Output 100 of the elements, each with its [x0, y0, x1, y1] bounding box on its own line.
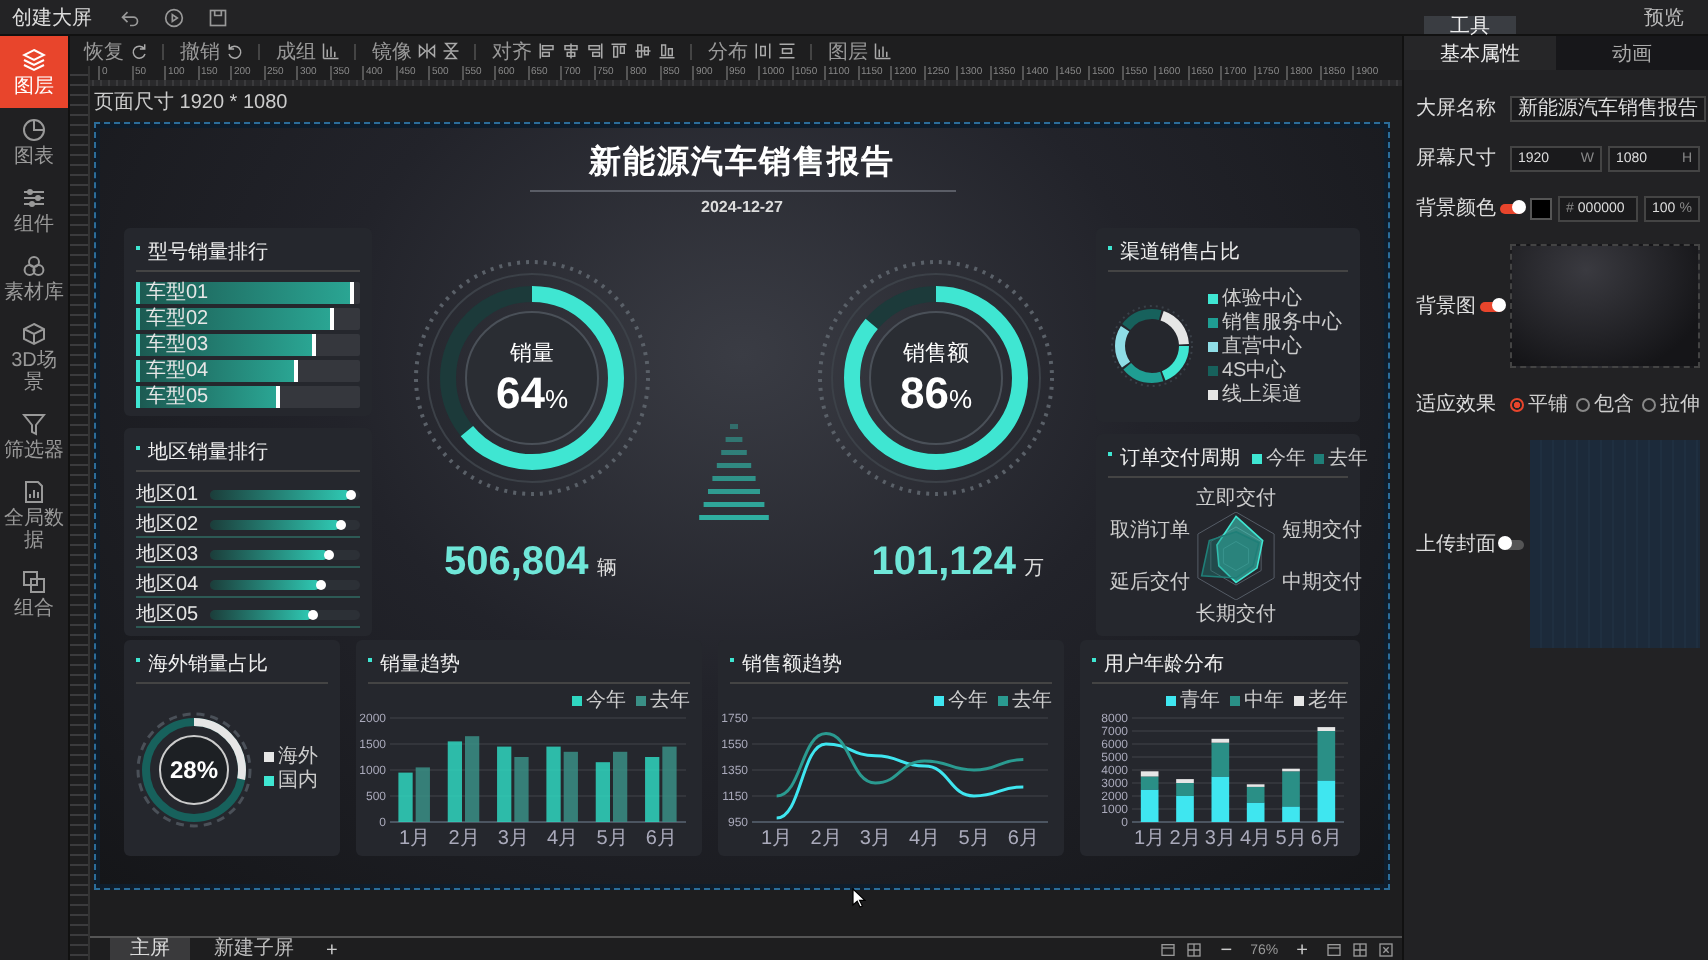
- properties-tab[interactable]: 动画: [1556, 36, 1708, 70]
- cube-icon: [22, 322, 46, 346]
- bar: [613, 751, 628, 822]
- grid-icon[interactable]: [1186, 942, 1203, 958]
- radio-button[interactable]: [1510, 397, 1524, 411]
- align-top-icon[interactable]: [610, 42, 628, 60]
- x-axis-label: 5月: [596, 828, 628, 848]
- toggle-switch[interactable]: [1480, 301, 1504, 311]
- mode-tab[interactable]: 预览: [1620, 0, 1708, 34]
- x-axis-label: 6月: [1310, 828, 1342, 848]
- sidebar-item[interactable]: 组件: [0, 176, 68, 244]
- screen-tab[interactable]: 主屏: [110, 938, 190, 960]
- legend-label: 4S中心: [1222, 359, 1287, 381]
- sliders-icon: [22, 186, 46, 210]
- total-value: 101,124: [871, 540, 1016, 586]
- bar: [1317, 780, 1336, 822]
- field-label: 屏幕尺寸: [1416, 145, 1498, 172]
- play-icon[interactable]: [164, 7, 184, 27]
- sidebar-item[interactable]: 图层: [0, 36, 68, 108]
- x-axis-label: 5月: [958, 828, 990, 848]
- distribute-vertical-icon[interactable]: [778, 42, 796, 60]
- region-name: 地区03: [136, 541, 201, 568]
- sidebar-item[interactable]: 组合: [0, 560, 68, 628]
- toolbar-label: 分布: [708, 39, 748, 65]
- align-center-icon[interactable]: [562, 42, 580, 60]
- screen-name-field[interactable]: 新能源汽车销售报告: [1510, 95, 1706, 121]
- dashboard-title: 新能源汽车销售报告: [529, 136, 955, 192]
- bar: [465, 736, 480, 822]
- toggle-switch[interactable]: [1500, 203, 1524, 213]
- window-icon[interactable]: [1160, 942, 1177, 958]
- sidebar-item[interactable]: 筛选器: [0, 402, 68, 470]
- flip-vertical-icon[interactable]: [442, 42, 460, 60]
- x-axis-label: 3月: [1204, 828, 1236, 848]
- toolbar-label: 恢复: [84, 39, 124, 65]
- legend-label: 国内: [278, 770, 318, 792]
- sidebar-item[interactable]: 素材库: [0, 244, 68, 312]
- x-axis-label: 2月: [448, 828, 480, 848]
- funnel-icon: [22, 412, 46, 436]
- gauge-unit: %: [544, 383, 569, 413]
- align-left-icon[interactable]: [538, 42, 556, 60]
- grid-icon[interactable]: [1352, 942, 1368, 958]
- panel-title: 订单交付周期: [1120, 445, 1240, 472]
- legend-label: 中年: [1244, 690, 1284, 712]
- add-screen-button[interactable]: +: [318, 939, 346, 960]
- sidebar-item[interactable]: 3D场景: [0, 312, 68, 402]
- align-right-icon[interactable]: [586, 42, 604, 60]
- color-swatch[interactable]: [1530, 197, 1552, 219]
- flip-horizontal-icon[interactable]: [418, 42, 436, 60]
- back-arrow-icon[interactable]: [120, 7, 140, 27]
- legend-label: 今年: [948, 690, 988, 712]
- bar: [595, 762, 610, 822]
- gauge-unit: %: [948, 383, 973, 413]
- mode-tab[interactable]: 工具: [1424, 16, 1516, 34]
- legend-label: 直营中心: [1222, 335, 1302, 357]
- window-icon[interactable]: [1326, 942, 1342, 958]
- legend-label: 青年: [1180, 690, 1220, 712]
- undo-icon[interactable]: [226, 42, 244, 60]
- bar-chart-icon[interactable]: [874, 42, 892, 60]
- report-date: 2024-12-27: [701, 198, 783, 216]
- model-name: 车型03: [144, 334, 209, 356]
- panel-title: 型号销量排行: [148, 239, 268, 266]
- distribute-horizontal-icon[interactable]: [754, 42, 772, 60]
- region-name: 地区01: [136, 481, 201, 508]
- zoom-out-button[interactable]: −: [1212, 939, 1241, 960]
- x-axis-label: 2月: [1169, 828, 1201, 848]
- sidebar-item[interactable]: 全局数据: [0, 470, 68, 560]
- radio-button[interactable]: [1576, 397, 1590, 411]
- legend-label: 去年: [1328, 447, 1368, 469]
- x-axis-label: 4月: [909, 828, 941, 848]
- toolbar-label: 撤销: [180, 39, 220, 65]
- radio-button[interactable]: [1642, 397, 1656, 411]
- save-icon[interactable]: [208, 7, 228, 27]
- toolbar-label: 图层: [828, 39, 868, 65]
- align-middle-icon[interactable]: [634, 42, 652, 60]
- toolbar-label: 镜像: [372, 39, 412, 65]
- axis-label: 长期交付: [1196, 601, 1276, 628]
- zoom-in-button[interactable]: +: [1288, 939, 1316, 960]
- legend-label: 今年: [586, 690, 626, 712]
- bar: [1246, 802, 1265, 822]
- x-axis-label: 2月: [810, 828, 842, 848]
- field-label: 背景图: [1416, 293, 1476, 320]
- properties-tab[interactable]: 基本属性: [1404, 36, 1556, 70]
- toggle-switch[interactable]: [1500, 539, 1524, 549]
- redo-icon[interactable]: [130, 42, 148, 60]
- gauge-label: 销售额: [903, 339, 969, 367]
- circles-icon: [22, 254, 46, 278]
- pie-chart-icon: [22, 118, 46, 142]
- radio-label: 包含: [1594, 391, 1634, 418]
- fit-screen-icon[interactable]: [1378, 942, 1394, 958]
- bar-chart-icon[interactable]: [322, 42, 340, 60]
- sidebar-item[interactable]: 图表: [0, 108, 68, 176]
- radio-label: 平铺: [1528, 392, 1568, 418]
- x-axis-label: 6月: [1007, 828, 1039, 848]
- screen-tab[interactable]: 新建子屏: [194, 938, 314, 960]
- page-size-label: 页面尺寸 1920 * 1080: [92, 89, 290, 118]
- model-name: 车型04: [144, 360, 209, 382]
- legend-label: 今年: [1266, 447, 1306, 469]
- total-value: 506,804: [444, 540, 589, 586]
- align-bottom-icon[interactable]: [658, 42, 676, 60]
- donut-chart-drawing: [1108, 302, 1196, 390]
